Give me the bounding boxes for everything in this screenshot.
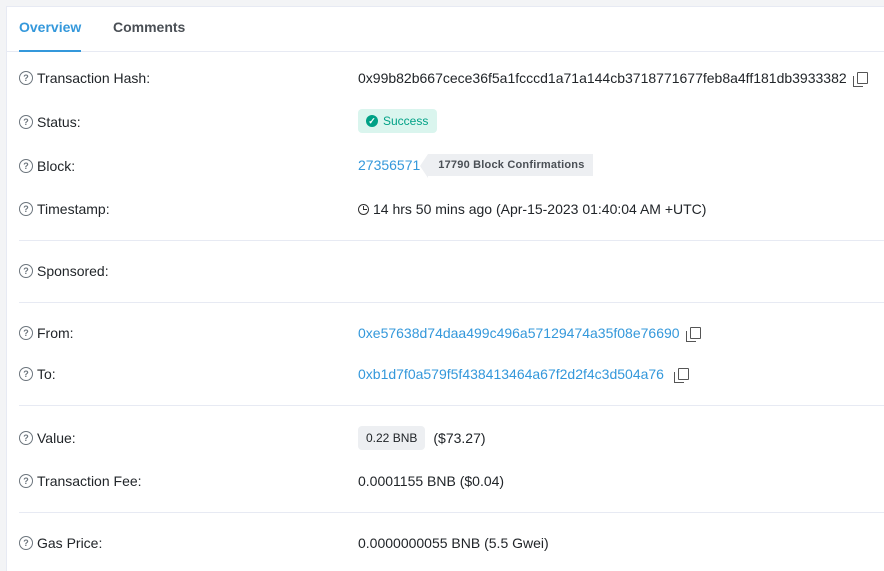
value-label-text: Value: xyxy=(37,430,76,446)
clock-icon xyxy=(358,203,369,215)
status-label-text: Status: xyxy=(37,114,81,130)
tab-bar: Overview Comments xyxy=(7,7,884,52)
question-circle-icon[interactable]: ? xyxy=(19,474,33,488)
value-amount-badge: 0.22 BNB xyxy=(358,426,426,450)
tx-hash-label-text: Transaction Hash: xyxy=(37,70,151,86)
value-label: ? Value: xyxy=(19,430,76,446)
block-number-link[interactable]: 27356571 xyxy=(358,157,420,173)
block-label: ? Block: xyxy=(19,158,75,174)
to-value: 0xb1d7f0a579f5f438413464a67f2d2f4c3d504a… xyxy=(358,366,689,383)
divider xyxy=(19,240,884,241)
status-value: ✓ Success xyxy=(358,109,438,133)
question-circle-icon[interactable]: ? xyxy=(19,159,33,173)
divider xyxy=(19,512,884,513)
from-label: ? From: xyxy=(19,325,74,341)
tab-overview[interactable]: Overview xyxy=(19,7,82,52)
question-circle-icon[interactable]: ? xyxy=(19,202,33,216)
to-label-text: To: xyxy=(37,366,56,382)
question-circle-icon[interactable]: ? xyxy=(19,326,33,340)
tx-hash-label: ? Transaction Hash: xyxy=(19,70,150,86)
transaction-details-card: Overview Comments ? Transaction Hash: 0x… xyxy=(6,6,884,571)
block-confirmations-badge: 17790 Block Confirmations xyxy=(420,154,593,178)
to-address-link[interactable]: 0xb1d7f0a579f5f438413464a67f2d2f4c3d504a… xyxy=(358,366,664,382)
tab-comments[interactable]: Comments xyxy=(113,7,185,51)
status-label: ? Status: xyxy=(19,114,81,130)
sponsored-label: ? Sponsored: xyxy=(19,263,109,279)
question-circle-icon[interactable]: ? xyxy=(19,264,33,278)
fee-text: 0.0001155 BNB ($0.04) xyxy=(358,473,505,489)
copy-icon[interactable] xyxy=(852,72,868,87)
timestamp-label-text: Timestamp: xyxy=(37,201,110,217)
sponsored-label-text: Sponsored: xyxy=(37,263,109,279)
value-value: 0.22 BNB ($73.27) xyxy=(358,426,486,450)
fee-label-text: Transaction Fee: xyxy=(37,473,142,489)
fee-value: 0.0001155 BNB ($0.04) xyxy=(358,473,504,489)
block-value: 27356571 17790 Block Confirmations xyxy=(358,154,593,178)
status-badge-text: Success xyxy=(383,114,429,128)
copy-icon[interactable] xyxy=(673,368,689,383)
tx-hash-text: 0x99b82b667cece36f5a1fcccd1a71a144cb3718… xyxy=(358,70,847,86)
copy-icon[interactable] xyxy=(685,327,701,342)
block-label-text: Block: xyxy=(37,158,76,174)
from-address-link[interactable]: 0xe57638d74daa499c496a57129474a35f08e766… xyxy=(358,325,680,341)
divider xyxy=(19,302,884,303)
gas-text: 0.0000000055 BNB (5.5 Gwei) xyxy=(358,535,549,551)
from-value: 0xe57638d74daa499c496a57129474a35f08e766… xyxy=(358,325,701,342)
question-circle-icon[interactable]: ? xyxy=(19,536,33,550)
gas-label-text: Gas Price: xyxy=(37,535,103,551)
gas-label: ? Gas Price: xyxy=(19,535,102,551)
timestamp-label: ? Timestamp: xyxy=(19,201,110,217)
tx-hash-value: 0x99b82b667cece36f5a1fcccd1a71a144cb3718… xyxy=(358,70,868,87)
timestamp-value: 14 hrs 50 mins ago (Apr-15-2023 01:40:04… xyxy=(358,201,706,217)
to-label: ? To: xyxy=(19,366,56,382)
divider xyxy=(19,405,884,406)
value-usd: ($73.27) xyxy=(433,430,486,446)
question-circle-icon[interactable]: ? xyxy=(19,71,33,85)
from-label-text: From: xyxy=(37,325,74,341)
fee-label: ? Transaction Fee: xyxy=(19,473,142,489)
status-badge: ✓ Success xyxy=(358,109,438,133)
check-circle-icon: ✓ xyxy=(366,115,378,127)
question-circle-icon[interactable]: ? xyxy=(19,367,33,381)
question-circle-icon[interactable]: ? xyxy=(19,115,33,129)
question-circle-icon[interactable]: ? xyxy=(19,431,33,445)
timestamp-text: 14 hrs 50 mins ago (Apr-15-2023 01:40:04… xyxy=(373,201,707,217)
gas-value: 0.0000000055 BNB (5.5 Gwei) xyxy=(358,535,549,551)
